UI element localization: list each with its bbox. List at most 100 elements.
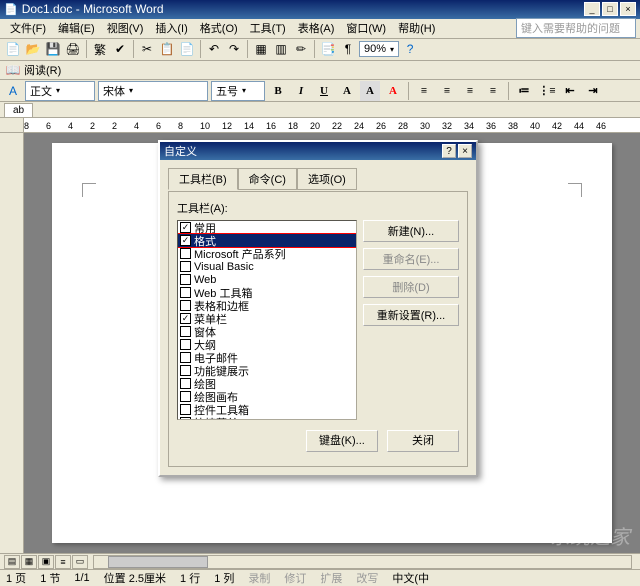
align-justify-button[interactable]: ≡	[483, 81, 503, 101]
styles-icon[interactable]: A	[4, 82, 22, 100]
checkbox-icon[interactable]	[180, 274, 191, 285]
cut-icon[interactable]: ✂	[138, 40, 156, 58]
copy-icon[interactable]: 📋	[158, 40, 176, 58]
bullets-button[interactable]: ⋮≡	[537, 81, 557, 101]
web-view-button[interactable]: ▦	[21, 555, 37, 569]
checkbox-icon[interactable]	[180, 248, 191, 259]
align-right-button[interactable]: ≡	[460, 81, 480, 101]
tab-commands[interactable]: 命令(C)	[238, 168, 297, 190]
help-icon[interactable]: ?	[401, 40, 419, 58]
checkbox-icon[interactable]	[180, 339, 191, 350]
separator	[508, 82, 509, 100]
tab-ab[interactable]: ab	[4, 103, 33, 117]
menu-view[interactable]: 视图(V)	[101, 18, 150, 38]
toolbar-list-item[interactable]: 快捷菜单	[178, 416, 356, 420]
minimize-button[interactable]: _	[584, 2, 600, 16]
separator	[86, 40, 87, 58]
toolbar-list-item[interactable]: Microsoft 产品系列	[178, 247, 356, 260]
redo-icon[interactable]: ↷	[225, 40, 243, 58]
toolbars-list[interactable]: ✓常用✓格式Microsoft 产品系列Visual BasicWebWeb 工…	[177, 220, 357, 420]
read-icon[interactable]: 📖	[4, 61, 22, 79]
tab-options[interactable]: 选项(O)	[297, 168, 357, 190]
status-line: 1 行	[180, 570, 200, 586]
size-combo[interactable]: 五号▾	[211, 81, 265, 101]
new-toolbar-button[interactable]: 新建(N)...	[363, 220, 459, 242]
outline-view-button[interactable]: ≡	[55, 555, 71, 569]
ruler-horizontal[interactable]: 8642246810121416182022242628303234363840…	[0, 118, 640, 133]
ruler-vertical[interactable]	[0, 133, 24, 553]
print-view-button[interactable]: ▣	[38, 555, 54, 569]
numbering-button[interactable]: ≔	[514, 81, 534, 101]
checkbox-icon[interactable]	[180, 287, 191, 298]
checkbox-icon[interactable]	[180, 378, 191, 389]
underline-button[interactable]: U	[314, 81, 334, 101]
checkbox-icon[interactable]	[180, 326, 191, 337]
toolbar-list-item[interactable]: Visual Basic	[178, 260, 356, 273]
drawing-icon[interactable]: ✏	[292, 40, 310, 58]
dialog-help-button[interactable]: ?	[442, 144, 456, 158]
indent-dec-button[interactable]: ⇤	[560, 81, 580, 101]
indent-inc-button[interactable]: ⇥	[583, 81, 603, 101]
zoom-combo[interactable]: 90%▾	[359, 41, 399, 57]
font-box-button[interactable]: A	[337, 81, 357, 101]
checkbox-icon[interactable]	[180, 417, 191, 420]
normal-view-button[interactable]: ▤	[4, 555, 20, 569]
font-color-button[interactable]: A	[383, 81, 403, 101]
checkbox-icon[interactable]: ✓	[180, 313, 191, 324]
checkbox-icon[interactable]	[180, 261, 191, 272]
menu-format[interactable]: 格式(O)	[194, 18, 244, 38]
close-button[interactable]: ×	[620, 2, 636, 16]
close-dialog-button[interactable]: 关闭	[387, 430, 459, 452]
keyboard-button[interactable]: 键盘(K)...	[306, 430, 378, 452]
tab-toolbars[interactable]: 工具栏(B)	[168, 168, 238, 190]
show-marks-icon[interactable]: ¶	[339, 40, 357, 58]
maximize-button[interactable]: □	[602, 2, 618, 16]
horizontal-scrollbar[interactable]	[93, 555, 632, 569]
reading-view-button[interactable]: ▭	[72, 555, 88, 569]
menu-edit[interactable]: 编辑(E)	[52, 18, 101, 38]
menu-window[interactable]: 窗口(W)	[340, 18, 392, 38]
scroll-thumb[interactable]	[108, 556, 208, 568]
undo-icon[interactable]: ↶	[205, 40, 223, 58]
save-icon[interactable]: 💾	[44, 40, 62, 58]
align-center-button[interactable]: ≡	[437, 81, 457, 101]
style-combo[interactable]: 正文▾	[25, 81, 95, 101]
checkbox-icon[interactable]	[180, 404, 191, 415]
read-label[interactable]: 阅读(R)	[24, 62, 61, 78]
spell-icon[interactable]: ✔	[111, 40, 129, 58]
checkbox-icon[interactable]	[180, 391, 191, 402]
menu-help[interactable]: 帮助(H)	[392, 18, 441, 38]
dialog-side-buttons: 新建(N)... 重命名(E)... 删除(D) 重新设置(R)...	[363, 220, 459, 332]
font-combo[interactable]: 宋体▾	[98, 81, 208, 101]
ruler-tick: 32	[442, 121, 452, 131]
ruler-tick: 20	[310, 121, 320, 131]
dialog-panel: 工具栏(A): ✓常用✓格式Microsoft 产品系列Visual Basic…	[168, 191, 468, 467]
align-left-button[interactable]: ≡	[414, 81, 434, 101]
checkbox-icon[interactable]	[180, 365, 191, 376]
paste-icon[interactable]: 📄	[178, 40, 196, 58]
italic-button[interactable]: I	[291, 81, 311, 101]
menu-insert[interactable]: 插入(I)	[149, 18, 193, 38]
ruler-tick: 24	[354, 121, 364, 131]
reset-toolbar-button[interactable]: 重新设置(R)...	[363, 304, 459, 326]
dialog-titlebar[interactable]: 自定义 ? ×	[160, 142, 476, 160]
table-icon[interactable]: ▦	[252, 40, 270, 58]
checkbox-icon[interactable]	[180, 352, 191, 363]
menu-file[interactable]: 文件(F)	[4, 18, 52, 38]
new-icon[interactable]: 📄	[4, 40, 22, 58]
bold-button[interactable]: B	[268, 81, 288, 101]
print-icon[interactable]: 🖨	[64, 40, 82, 58]
checkbox-icon[interactable]: ✓	[180, 235, 191, 246]
menu-tools[interactable]: 工具(T)	[244, 18, 292, 38]
checkbox-icon[interactable]: ✓	[180, 222, 191, 233]
dialog-close-button[interactable]: ×	[458, 144, 472, 158]
columns-icon[interactable]: ▥	[272, 40, 290, 58]
ruler-tick: 14	[244, 121, 254, 131]
trad-simp-icon[interactable]: 繁	[91, 40, 109, 58]
doc-map-icon[interactable]: 📑	[319, 40, 337, 58]
help-search-input[interactable]: 键入需要帮助的问题	[516, 18, 636, 38]
menu-table[interactable]: 表格(A)	[292, 18, 341, 38]
char-shading-button[interactable]: A	[360, 81, 380, 101]
checkbox-icon[interactable]	[180, 300, 191, 311]
open-icon[interactable]: 📂	[24, 40, 42, 58]
